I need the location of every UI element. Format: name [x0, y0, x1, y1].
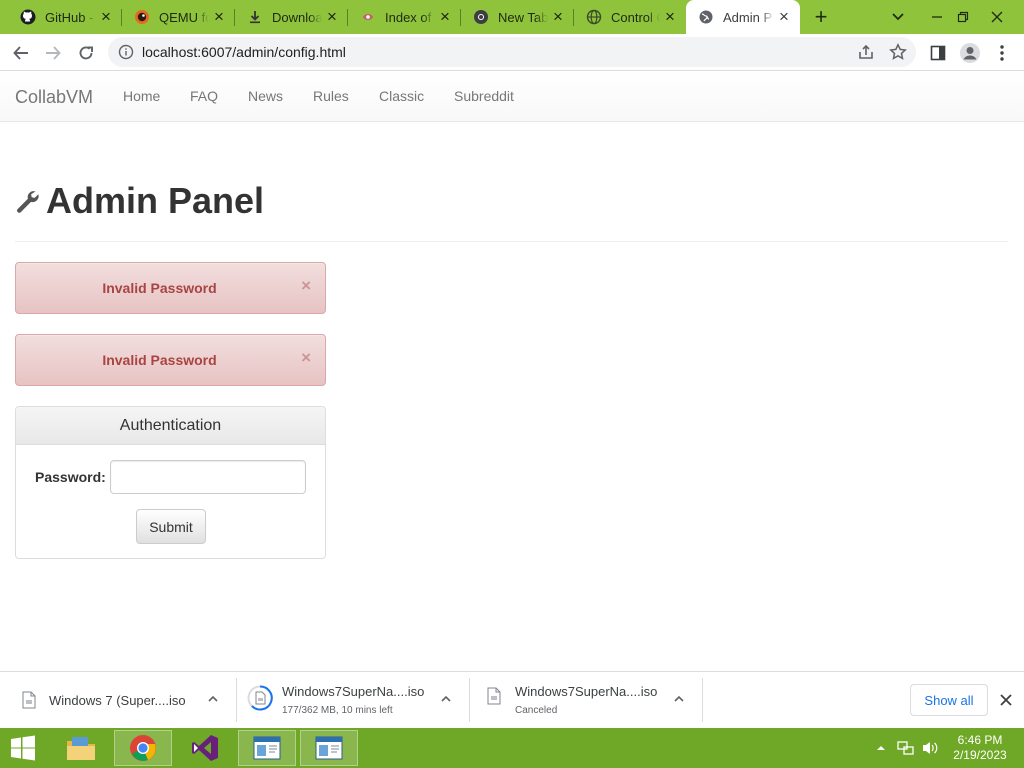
close-shelf-icon[interactable]: [996, 690, 1016, 710]
tab-title: Admin P: [723, 9, 773, 25]
password-label: Password:: [35, 469, 106, 485]
profile-avatar-icon[interactable]: [957, 40, 983, 66]
chevron-up-icon[interactable]: [672, 692, 686, 706]
nav-rules[interactable]: Rules: [313, 88, 349, 104]
download-item[interactable]: Windows7SuperNa....iso 177/362 MB, 10 mi…: [237, 678, 470, 722]
submit-button[interactable]: Submit: [136, 509, 206, 544]
download-filename: Windows7SuperNa....iso: [515, 684, 658, 699]
system-clock[interactable]: 6:46 PM 2/19/2023: [944, 733, 1016, 763]
restore-button[interactable]: [948, 0, 978, 34]
file-explorer-icon[interactable]: [52, 730, 110, 766]
download-filename: Windows 7 (Super....iso: [49, 693, 186, 708]
tab-title: New Tab: [498, 9, 548, 25]
nav-news[interactable]: News: [248, 88, 283, 104]
tab-new-tab[interactable]: New Tab ×: [461, 0, 574, 34]
file-icon: [22, 691, 36, 709]
alert-message: Invalid Password: [102, 280, 217, 296]
qemu-icon: [134, 9, 150, 25]
index-icon: [360, 9, 376, 25]
tab-close-icon[interactable]: ×: [435, 7, 455, 27]
chevron-up-icon[interactable]: [439, 692, 453, 706]
tab-qemu[interactable]: QEMU fo ×: [122, 0, 235, 34]
clock-time: 6:46 PM: [957, 733, 1003, 747]
url-text: localhost:6007/admin/config.html: [142, 44, 346, 60]
windows-taskbar: 6:46 PM 2/19/2023: [0, 728, 1024, 768]
tab-title: Downloa: [272, 9, 322, 25]
window-taskbar-icon[interactable]: [238, 730, 296, 766]
tab-title: QEMU fo: [159, 9, 209, 25]
file-icon: [487, 687, 501, 705]
side-panel-icon[interactable]: [925, 40, 951, 66]
password-input[interactable]: [110, 460, 306, 494]
tab-close-icon[interactable]: ×: [774, 7, 794, 27]
nav-faq[interactable]: FAQ: [190, 88, 218, 104]
tab-title: Control C: [611, 9, 660, 25]
share-icon[interactable]: [857, 43, 875, 61]
close-window-button[interactable]: [982, 0, 1012, 34]
tab-search-chevron-icon[interactable]: [888, 8, 908, 26]
nav-classic[interactable]: Classic: [379, 88, 424, 104]
tab-index[interactable]: Index of ×: [348, 0, 461, 34]
tab-close-icon[interactable]: ×: [322, 7, 342, 27]
tab-close-icon[interactable]: ×: [209, 7, 229, 27]
forward-button[interactable]: [40, 40, 66, 66]
bookmark-star-icon[interactable]: [889, 43, 907, 61]
tab-downloads[interactable]: Downloa ×: [235, 0, 348, 34]
visual-studio-icon[interactable]: [176, 730, 234, 766]
globe-icon: [586, 9, 602, 25]
window-taskbar-icon[interactable]: [300, 730, 358, 766]
chrome-icon: [473, 9, 489, 25]
back-button[interactable]: [8, 40, 34, 66]
download-status: Canceled: [515, 705, 558, 716]
github-icon: [20, 9, 36, 25]
download-item[interactable]: Windows 7 (Super....iso: [0, 678, 237, 722]
show-hidden-icons-icon[interactable]: [874, 738, 888, 758]
tab-control[interactable]: Control C ×: [574, 0, 686, 34]
address-bar[interactable]: localhost:6007/admin/config.html: [108, 37, 916, 67]
alert-message: Invalid Password: [102, 352, 217, 368]
tab-github[interactable]: GitHub - ×: [8, 0, 122, 34]
download-shelf: Windows 7 (Super....iso Windows7SuperNa.…: [0, 671, 1024, 728]
globe-icon: [698, 9, 714, 25]
tab-strip: GitHub - × QEMU fo × Downloa × Index of …: [0, 0, 1024, 34]
tab-close-icon[interactable]: ×: [96, 7, 116, 27]
auth-panel-heading: Authentication: [16, 407, 325, 445]
download-item[interactable]: Windows7SuperNa....iso Canceled: [470, 678, 703, 722]
page-title: Admin Panel: [46, 180, 265, 221]
nav-home[interactable]: Home: [123, 88, 160, 104]
auth-panel: Authentication Password: Submit: [15, 406, 326, 559]
clock-date: 2/19/2023: [953, 748, 1007, 762]
shelf-divider: [702, 678, 703, 722]
chrome-taskbar-icon[interactable]: [114, 730, 172, 766]
chevron-up-icon[interactable]: [206, 692, 220, 706]
download-icon: [247, 9, 263, 25]
show-all-button[interactable]: Show all: [910, 684, 988, 716]
site-brand[interactable]: CollabVM: [15, 87, 93, 108]
download-progress-icon: [247, 684, 273, 712]
network-icon[interactable]: [896, 738, 916, 758]
menu-kebab-icon[interactable]: [989, 40, 1015, 66]
tab-close-icon[interactable]: ×: [548, 7, 568, 27]
wrench-icon: [15, 189, 39, 215]
tab-close-icon[interactable]: ×: [660, 7, 680, 27]
error-alert: Invalid Password ×: [15, 334, 326, 386]
nav-subreddit[interactable]: Subreddit: [454, 88, 514, 104]
browser-toolbar: localhost:6007/admin/config.html: [0, 34, 1024, 71]
download-filename: Windows7SuperNa....iso: [282, 684, 425, 699]
volume-icon[interactable]: [920, 738, 940, 758]
new-tab-button[interactable]: +: [808, 4, 834, 29]
tab-admin[interactable]: Admin P ×: [686, 0, 800, 34]
tab-title: GitHub -: [45, 9, 94, 25]
site-navbar: CollabVM Home FAQ News Rules Classic Sub…: [0, 71, 1024, 122]
download-status: 177/362 MB, 10 mins left: [282, 705, 393, 716]
title-divider: [15, 241, 1008, 242]
tab-title: Index of: [385, 9, 432, 25]
alert-close-icon[interactable]: ×: [301, 348, 311, 368]
alert-close-icon[interactable]: ×: [301, 276, 311, 296]
reload-button[interactable]: [73, 40, 99, 66]
info-icon[interactable]: [118, 44, 134, 60]
start-button[interactable]: [0, 730, 46, 766]
error-alert: Invalid Password ×: [15, 262, 326, 314]
